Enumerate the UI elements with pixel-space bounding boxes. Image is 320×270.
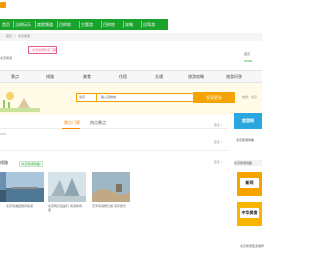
- side-card-label: 中华美食: [240, 208, 259, 218]
- nav-item[interactable]: 目的地: [103, 19, 115, 30]
- main-nav: 首页 当地玩乐 度假频道 目的地 主题游 目的地 攻略 自驾游: [0, 19, 168, 30]
- tab-category[interactable]: 交通: [155, 71, 163, 82]
- list-marker: [0, 133, 6, 135]
- breadcrumb-item[interactable]: 北京旅游: [18, 34, 30, 38]
- top-bar: [0, 0, 262, 16]
- nav-item[interactable]: 度假频道: [37, 19, 53, 30]
- nav-divider: [123, 21, 124, 28]
- side-list-item[interactable]: 北京旅游更多推荐: [240, 244, 264, 248]
- active-tab-underline: [62, 128, 80, 129]
- photo-caption[interactable]: 天津滨海两日游 海景观光: [92, 204, 128, 208]
- nav-item[interactable]: 自驾游: [143, 19, 155, 30]
- nav-divider: [101, 21, 102, 28]
- tab-category[interactable]: 线路: [46, 71, 54, 82]
- ad-banner[interactable]: 旅游网: [234, 113, 262, 129]
- search-input[interactable]: 输入目的地: [96, 93, 198, 102]
- tab-category[interactable]: 景点: [11, 71, 19, 82]
- route-photo[interactable]: [92, 172, 130, 202]
- nav-item[interactable]: 首页: [2, 19, 10, 30]
- nav-divider: [13, 21, 14, 28]
- side-label[interactable]: 北京旅游攻略: [236, 138, 254, 142]
- side-card-label: 新闻: [240, 178, 259, 188]
- logo-icon[interactable]: [0, 2, 6, 8]
- nav-divider: [79, 21, 80, 28]
- tab-category[interactable]: 旅游攻略: [188, 71, 204, 82]
- breadcrumb: [0, 33, 262, 41]
- tab-category[interactable]: 旅游问答: [226, 71, 242, 82]
- side-card[interactable]: 中华美食: [237, 202, 262, 226]
- nav-divider: [57, 21, 58, 28]
- nav-divider: [141, 21, 142, 28]
- tab-category[interactable]: 美食: [83, 71, 91, 82]
- nav-item[interactable]: 攻略: [125, 19, 133, 30]
- side-card[interactable]: 新闻: [237, 172, 262, 196]
- route-link[interactable]: [北京旅游线路]: [19, 161, 43, 167]
- route-photo[interactable]: [48, 172, 86, 202]
- nav-item[interactable]: 主题游: [81, 19, 93, 30]
- count-text: 51069: [244, 59, 253, 63]
- section-title: 线路: [0, 160, 8, 165]
- hot-search-hint[interactable]: 热搜：北京: [242, 95, 257, 99]
- scenery-illustration-icon: [0, 88, 40, 112]
- tab-category[interactable]: 住宿: [119, 71, 127, 82]
- breadcrumb-item[interactable]: 首页: [6, 34, 12, 38]
- nav-divider: [35, 21, 36, 28]
- route-photo[interactable]: [6, 172, 44, 202]
- category-tabs: 景点 线路 美食 住宿 交通 旅游攻略 旅游问答: [0, 70, 262, 83]
- divider: [0, 150, 228, 151]
- photo-caption[interactable]: 北京海滩度假风情游: [6, 204, 42, 208]
- tag-badge[interactable]: 北京旅游景点门票: [28, 46, 57, 54]
- city-select[interactable]: 北京: [76, 93, 98, 102]
- tab-hot[interactable]: 景点门票: [64, 120, 80, 126]
- home-link[interactable]: 首页: [244, 52, 250, 56]
- nav-item[interactable]: 目的地: [59, 19, 71, 30]
- more-link[interactable]: 更多 >: [214, 123, 223, 127]
- tab-recommend[interactable]: 热点景点: [90, 120, 106, 126]
- more-link[interactable]: 更多 >: [214, 140, 223, 144]
- tab-row: [0, 118, 228, 129]
- nav-item[interactable]: 当地玩乐: [15, 19, 31, 30]
- more-link[interactable]: 更多 >: [214, 160, 223, 164]
- side-panel-title: 北京旅游线路: [234, 160, 262, 166]
- sub-title: 北京旅游: [0, 56, 13, 60]
- photo-caption[interactable]: 北京两日自由行 海滨休闲游: [48, 204, 84, 212]
- breadcrumb-separator: >: [14, 34, 16, 38]
- search-button[interactable]: 发现更多: [193, 92, 235, 103]
